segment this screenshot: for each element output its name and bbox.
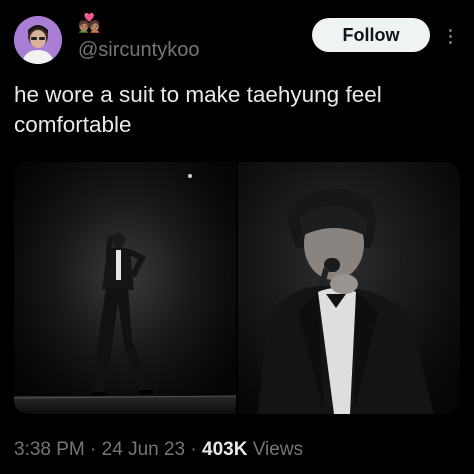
media-photo-closeup[interactable] bbox=[238, 162, 460, 414]
views-label: Views bbox=[252, 439, 304, 460]
avatar-photo bbox=[14, 16, 62, 64]
tweet-text: he wore a suit to make taehyung feel com… bbox=[14, 82, 382, 137]
couple-emoji: 💑🏽 bbox=[78, 13, 101, 33]
views-count: 403K bbox=[202, 439, 248, 460]
media-grid[interactable] bbox=[14, 162, 460, 414]
author-avatar[interactable] bbox=[14, 16, 62, 64]
author-display-name[interactable]: 💑🏽 bbox=[78, 12, 100, 34]
meta-separator: · bbox=[84, 439, 102, 460]
tweet-date[interactable]: 24 Jun 23 bbox=[102, 439, 185, 460]
tweet-meta: 3:38 PM · 24 Jun 23 · 403K Views bbox=[14, 438, 303, 462]
author-handle[interactable]: @sircuntykoo bbox=[78, 38, 199, 62]
media-photo-stage-wide[interactable] bbox=[14, 162, 236, 414]
more-vertical-icon[interactable] bbox=[440, 24, 460, 48]
tweet-time[interactable]: 3:38 PM bbox=[14, 439, 85, 460]
meta-separator-2: · bbox=[185, 439, 203, 460]
follow-button[interactable]: Follow bbox=[312, 18, 430, 52]
